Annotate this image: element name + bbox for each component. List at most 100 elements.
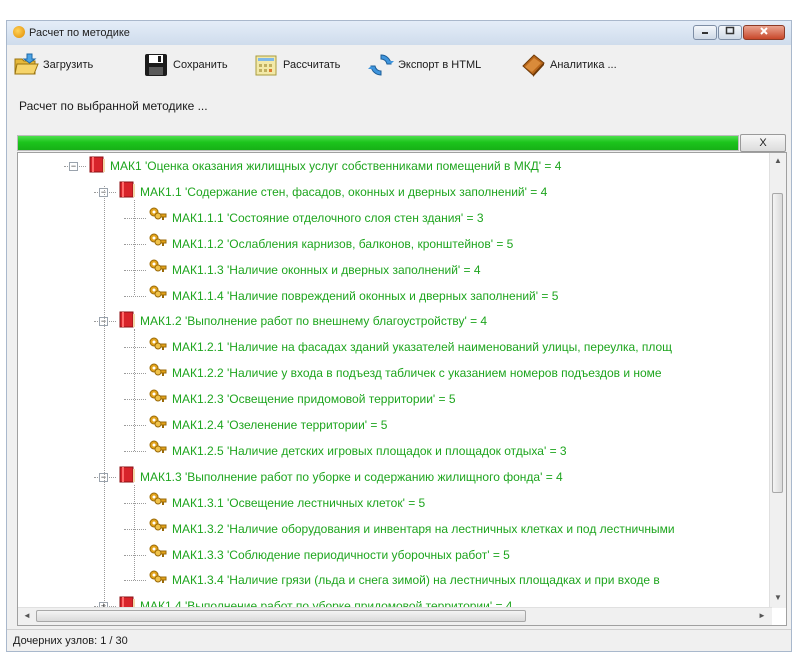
keys-icon [148, 388, 168, 411]
save-label: Сохранить [173, 59, 228, 71]
calculate-label: Рассчитать [283, 59, 341, 71]
tree-node-label: МАК1.3.1 'Освещение лестничных клеток' =… [172, 495, 426, 510]
tree-panel: МАК1 'Оценка оказания жилищных услуг соб… [17, 152, 787, 626]
tree-node[interactable]: МАК1.3 'Выполнение работ по уборке и сод… [118, 466, 563, 487]
tree-connector [124, 399, 146, 401]
tree-node-label: МАК1.2.2 'Наличие у входа в подъезд табл… [172, 366, 662, 381]
tree-node-label: МАК1.2.4 'Озеленение территории' = 5 [172, 418, 388, 432]
tree-node-label: МАК1.2.1 'Наличие на фасадах зданий указ… [172, 340, 673, 355]
horizontal-scroll-thumb[interactable] [36, 610, 526, 622]
scroll-left-arrow-icon[interactable]: ◄ [23, 611, 31, 620]
vertical-scrollbar[interactable]: ▲ ▼ [769, 153, 786, 608]
child-nodes-count: Дочерних узлов: 1 / 30 [13, 635, 128, 647]
progress-fill [18, 136, 738, 150]
cancel-button[interactable]: X [740, 134, 786, 152]
tree-node-label: МАК1.1 'Содержание стен, фасадов, оконны… [140, 184, 548, 199]
tree-node[interactable]: МАК1 'Оценка оказания жилищных услуг соб… [88, 156, 561, 176]
calculator-icon [255, 55, 277, 76]
tree-connector [124, 528, 146, 530]
scroll-right-arrow-icon[interactable]: ► [758, 611, 766, 620]
tree-view[interactable]: МАК1 'Оценка оказания жилищных услуг соб… [18, 153, 772, 608]
notebook-icon [522, 54, 545, 77]
tree-node-label: МАК1.3.3 'Соблюдение периодичности уборо… [172, 547, 510, 562]
tree-node[interactable]: МАК1.2.1 'Наличие на фасадах зданий указ… [148, 337, 672, 357]
status-bar: Дочерних узлов: 1 / 30 [7, 629, 791, 652]
vertical-scroll-thumb[interactable] [772, 193, 783, 493]
tree-node[interactable]: МАК1.1.3 'Наличие оконных и дверных запо… [148, 258, 481, 281]
export-html-label: Экспорт в HTML [398, 59, 482, 71]
keys-icon [148, 569, 168, 592]
maximize-icon [725, 26, 735, 35]
app-icon [13, 26, 25, 38]
tree-node[interactable]: МАК1.2 'Выполнение работ по внешнему бла… [118, 311, 487, 331]
tree-connector [104, 185, 105, 608]
book-icon [88, 155, 106, 178]
tree-connector [124, 502, 146, 504]
close-button[interactable] [743, 25, 785, 40]
tree-connector [134, 199, 135, 296]
tree-connector [124, 425, 146, 426]
tree-node[interactable]: МАК1.3.1 'Освещение лестничных клеток' =… [148, 491, 426, 514]
tree-connector [124, 217, 146, 219]
tree-node-label: МАК1.2 'Выполнение работ по внешнему бла… [140, 314, 488, 329]
tree-node-label: МАК1.3.4 'Наличие грязи (льда и снега зи… [172, 573, 660, 588]
tree-connector [134, 329, 135, 451]
tree-node[interactable]: МАК1.1.1 'Состояние отделочного слоя сте… [148, 206, 484, 229]
tree-node[interactable]: МАК1.2.5 'Наличие детских игровых площад… [148, 439, 567, 462]
tree-node-label: МАК1.2.5 'Наличие детских игровых площад… [172, 443, 567, 458]
load-button[interactable]: Загрузить [13, 51, 93, 79]
status-label: Расчет по выбранной методике ... [19, 99, 208, 113]
tree-node[interactable]: МАК1.1 'Содержание стен, фасадов, оконны… [118, 181, 548, 202]
close-icon [760, 27, 768, 35]
window-title: Расчет по методике [29, 27, 130, 39]
keys-icon [148, 206, 168, 229]
collapse-toggle-icon[interactable]: − [69, 162, 78, 171]
keys-icon [148, 517, 168, 540]
scroll-down-arrow-icon[interactable]: ▼ [774, 593, 782, 602]
export-html-button[interactable]: Экспорт в HTML [368, 51, 481, 79]
analytics-button[interactable]: Аналитика ... [520, 51, 617, 79]
keys-icon [148, 258, 168, 281]
load-label: Загрузить [43, 59, 94, 71]
analytics-label: Аналитика ... [550, 59, 617, 71]
maximize-button[interactable] [718, 25, 742, 40]
calculate-button[interactable]: Рассчитать [253, 51, 340, 79]
progress-bar [17, 135, 739, 151]
keys-icon [148, 232, 168, 255]
tree-node-label: МАК1.1.1 'Состояние отделочного слоя сте… [172, 210, 484, 225]
tree-node[interactable]: МАК1.1.4 'Наличие повреждений оконных и … [148, 284, 558, 307]
toolbar: Загрузить Сохранить Рассчитать Экспорт в… [7, 47, 791, 83]
tree-node[interactable]: МАК1.2.2 'Наличие у входа в подъезд табл… [148, 363, 662, 383]
tree-node-label: МАК1.3.2 'Наличие оборудования и инвента… [172, 521, 675, 536]
tree-connector [124, 554, 146, 556]
tree-node[interactable]: МАК1.2.3 'Освещение придомовой территори… [148, 389, 456, 409]
tree-connector [124, 243, 146, 245]
tree-node[interactable]: МАК1.3.4 'Наличие грязи (льда и снега зи… [148, 570, 660, 590]
tree-connector [124, 269, 146, 271]
tree-connector [124, 373, 146, 375]
tree-connector [124, 295, 146, 297]
tree-connector [124, 580, 146, 582]
title-bar[interactable]: Расчет по методике [7, 21, 791, 45]
folder-open-icon [14, 53, 39, 75]
keys-icon [148, 336, 168, 359]
keys-icon [148, 362, 168, 385]
tree-node-label: МАК1 'Оценка оказания жилищных услуг соб… [110, 159, 562, 173]
keys-icon [148, 284, 168, 307]
save-button[interactable]: Сохранить [143, 51, 228, 79]
keys-icon [148, 491, 168, 514]
scroll-up-arrow-icon[interactable]: ▲ [774, 156, 782, 165]
floppy-disk-icon [145, 54, 167, 76]
refresh-arrows-icon [368, 54, 394, 76]
keys-icon [148, 543, 168, 566]
horizontal-scrollbar[interactable]: ◄ ► [18, 607, 772, 625]
tree-connector [124, 450, 146, 452]
keys-icon [148, 439, 168, 462]
tree-node[interactable]: МАК1.3.3 'Соблюдение периодичности уборо… [148, 543, 510, 566]
tree-node-label: МАК1.1.2 'Ослабления карнизов, балконов,… [172, 236, 514, 251]
tree-node[interactable]: МАК1.2.4 'Озеленение территории' = 5 [148, 415, 387, 435]
tree-node[interactable]: МАК1.3.2 'Наличие оборудования и инвента… [148, 517, 675, 540]
tree-node-label: МАК1.3 'Выполнение работ по уборке и сод… [140, 469, 563, 484]
tree-node[interactable]: МАК1.1.2 'Ослабления карнизов, балконов,… [148, 232, 514, 255]
minimize-button[interactable] [693, 25, 717, 40]
